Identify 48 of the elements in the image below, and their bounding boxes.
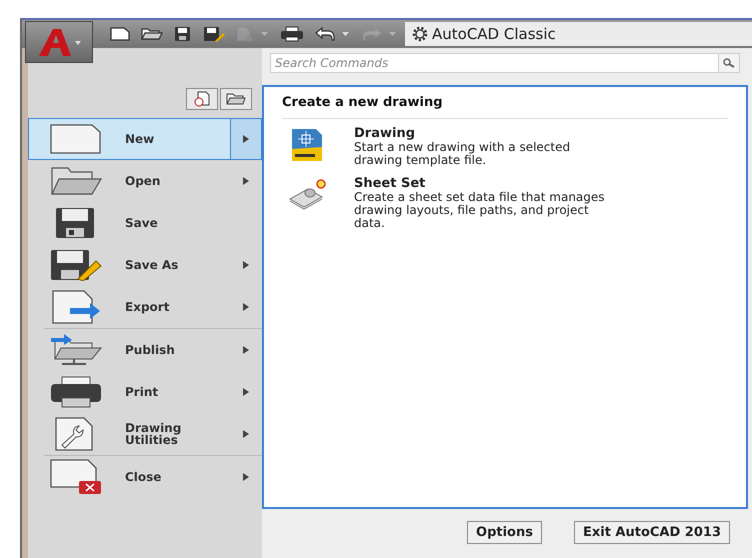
open-documents-button[interactable] (220, 88, 252, 110)
gear-icon (411, 25, 429, 43)
logo-icon (37, 26, 81, 58)
undo-icon[interactable] (314, 26, 336, 42)
menu-item[interactable]: New (28, 118, 262, 160)
menu-item[interactable]: Export (28, 286, 262, 328)
folder-icon (50, 165, 102, 197)
dialog-button[interactable]: Options (467, 521, 542, 544)
folder-icon[interactable] (141, 26, 163, 42)
submenu-item-title[interactable]: Drawing (354, 127, 609, 141)
floppy-disk-pencil-icon[interactable] (203, 26, 225, 42)
menu-item[interactable]: Close (28, 456, 262, 498)
search-button[interactable] (718, 53, 740, 73)
folder-icon (226, 91, 246, 107)
submenu-arrow-icon (243, 261, 249, 269)
printer-icon[interactable] (280, 26, 304, 42)
document-arrow-icon (50, 290, 102, 324)
blank-document-icon (50, 123, 102, 155)
search-field[interactable]: Search Commands (270, 53, 718, 73)
search-icon (723, 58, 735, 68)
dropdown-arrow-icon[interactable] (342, 32, 349, 36)
menu-item[interactable]: Save As (28, 244, 262, 286)
submenu-arrow-icon (243, 303, 249, 311)
submenu-item-title[interactable]: Sheet Set (354, 177, 609, 191)
menu-item[interactable]: Publish (28, 329, 262, 371)
menu-item[interactable]: Print (28, 371, 262, 413)
submenu-arrow-icon (243, 473, 249, 481)
application-menu-button[interactable] (25, 21, 93, 63)
menu-item[interactable]: Save (28, 202, 262, 244)
folder-arrow-icon (50, 333, 102, 367)
submenu-item-description: Create a sheet set data file that manages drawing layouts, file paths, and project data. (354, 191, 606, 230)
menu-item[interactable]: Open (28, 160, 262, 202)
floppy-disk-pencil-icon (50, 249, 102, 281)
recent-documents-button[interactable] (186, 88, 218, 110)
dialog-button[interactable]: Exit AutoCAD 2013 (574, 521, 730, 544)
menu-item[interactable]: Drawing Utilities (28, 413, 262, 455)
submenu-arrow-icon (243, 177, 249, 185)
new-document-icon[interactable] (109, 26, 131, 42)
workspace-dropdown[interactable]: AutoCAD Classic (405, 22, 752, 46)
submenu-item-description: Start a new drawing with a selected drawing template file. (354, 141, 572, 167)
submenu-arrow-icon (243, 388, 249, 396)
document-clock-icon (193, 91, 211, 107)
submenu-arrow-icon (243, 135, 249, 143)
submenu-arrow-icon (243, 430, 249, 438)
printer-icon (50, 376, 102, 408)
submenu-arrow-icon (243, 346, 249, 354)
document-close-icon (50, 459, 102, 495)
submenu-title: Create a new drawing (282, 93, 728, 119)
